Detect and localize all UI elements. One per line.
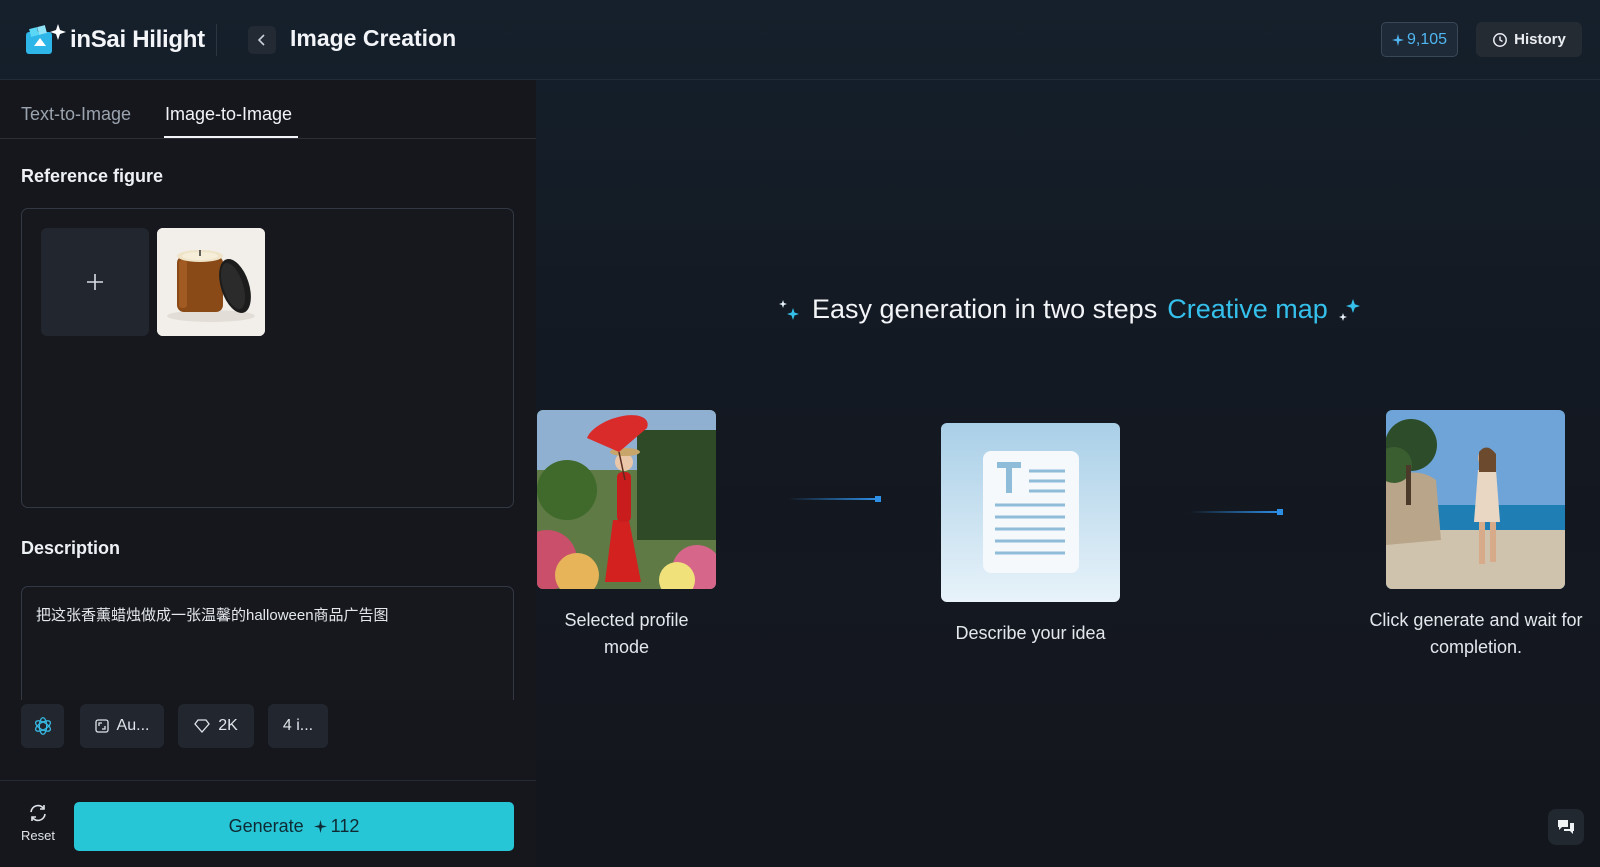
aspect-ratio-value: Au... — [116, 717, 150, 734]
quality-select[interactable]: 2K — [178, 704, 254, 748]
sparkle-icon — [779, 299, 799, 320]
back-button[interactable] — [248, 26, 276, 54]
step-describe-image — [941, 423, 1120, 602]
history-icon — [1493, 32, 1508, 47]
history-button[interactable]: History — [1476, 22, 1582, 57]
active-tab-indicator — [164, 136, 298, 138]
tab-text-to-image[interactable]: Text-to-Image — [21, 104, 131, 125]
step-1-label-line2: mode — [603, 637, 650, 657]
step-3-label-line1: Click generate and wait for — [1369, 610, 1583, 630]
intro-title-accent: Creative map — [1167, 294, 1328, 324]
chat-support-button[interactable] — [1548, 809, 1584, 845]
count-value: 4 i... — [282, 717, 314, 734]
sparkle-icon — [313, 820, 327, 833]
step-connector-2 — [1190, 509, 1283, 515]
step-result-image — [1386, 410, 1565, 589]
chevron-left-icon — [257, 34, 265, 46]
step-profile-image — [537, 410, 716, 589]
model-select-button[interactable] — [21, 704, 64, 748]
step-3-label-line2: completion. — [1429, 637, 1523, 657]
options-bar: Au... 2K 4 i... — [0, 700, 536, 780]
header-divider — [216, 24, 217, 56]
document-icon — [983, 451, 1079, 573]
credits-value: 9,105 — [1406, 30, 1448, 48]
step-2-label: Describe your idea — [900, 620, 1161, 647]
generate-cost: 112 — [330, 816, 360, 836]
generate-label: Generate — [228, 816, 304, 836]
left-panel: Text-to-Image Image-to-Image Reference f… — [0, 80, 536, 867]
app-header: inSai Hilight Image Creation 9,105 Histo… — [0, 0, 1600, 80]
generate-button[interactable]: Generate 112 — [74, 802, 514, 851]
aspect-ratio-select[interactable]: Au... — [80, 704, 164, 748]
step-1-label-line1: Selected profile — [564, 610, 689, 630]
reference-upload-area[interactable] — [21, 208, 514, 508]
description-textarea[interactable]: 把这张香薰蜡烛做成一张温馨的halloween商品广告图 — [21, 586, 514, 716]
reference-figure-label: Reference figure — [21, 166, 164, 186]
diamond-icon — [194, 719, 211, 733]
mode-tabs: Text-to-Image Image-to-Image — [0, 80, 536, 139]
sparkle-icon — [1391, 33, 1404, 46]
aspect-ratio-icon — [94, 719, 109, 733]
reset-button[interactable]: Reset — [18, 802, 58, 843]
add-image-button[interactable] — [41, 228, 149, 336]
intro-title-main: Easy generation in two steps — [812, 294, 1158, 324]
credits-button[interactable]: 9,105 — [1381, 22, 1458, 57]
brand-name: inSai Hilight — [70, 26, 205, 53]
brand-logo[interactable]: inSai Hilight — [24, 22, 205, 58]
quality-value: 2K — [218, 717, 238, 734]
candle-jar-image — [157, 228, 265, 336]
logo-icon — [24, 22, 68, 58]
plus-icon — [87, 274, 103, 290]
description-label: Description — [21, 538, 121, 558]
step-3-label: Click generate and wait for completion. — [1360, 607, 1592, 661]
tab-image-to-image[interactable]: Image-to-Image — [165, 104, 292, 125]
sparkle-icon — [1338, 298, 1360, 321]
openai-icon — [34, 717, 51, 735]
step-1-label: Selected profile mode — [537, 607, 716, 661]
page-title: Image Creation — [290, 25, 457, 51]
step-connector-1 — [788, 496, 881, 502]
reference-image-thumbnail[interactable] — [157, 228, 265, 336]
refresh-icon — [30, 804, 46, 822]
chat-icon — [1558, 820, 1574, 834]
intro-title: Easy generation in two steps Creative ma… — [778, 294, 1362, 325]
count-select[interactable]: 4 i... — [268, 704, 328, 748]
reset-label: Reset — [21, 828, 55, 843]
bottom-divider — [0, 780, 536, 781]
history-label: History — [1514, 31, 1566, 48]
step-2-label-line1: Describe your idea — [955, 623, 1106, 643]
